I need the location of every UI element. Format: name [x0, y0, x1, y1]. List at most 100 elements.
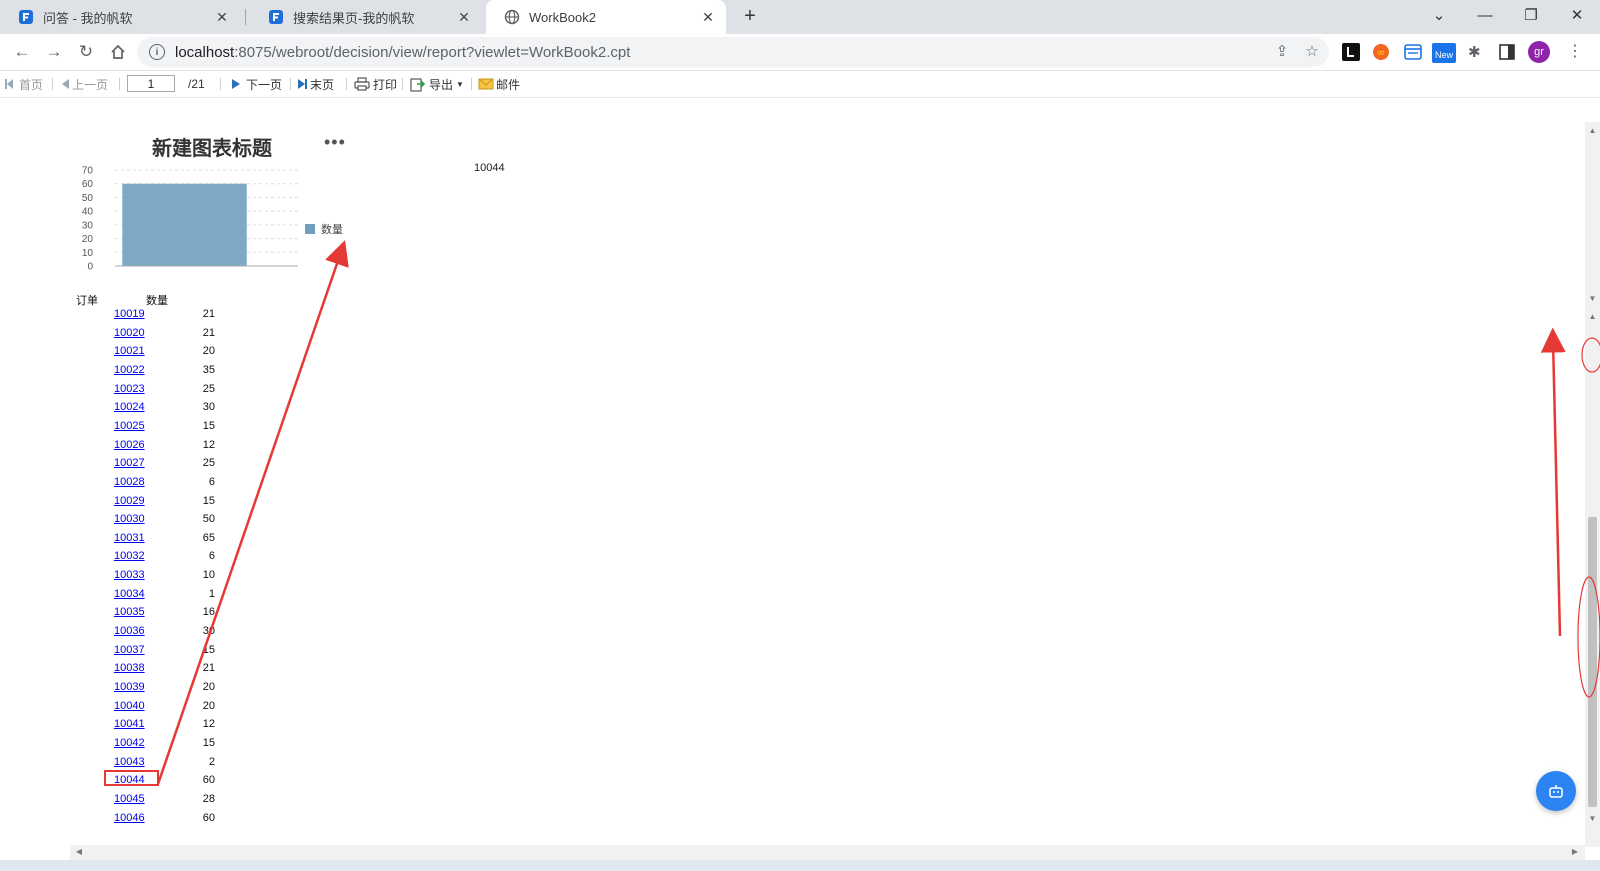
order-link[interactable]: 10035: [114, 606, 145, 618]
qty-cell: 20: [202, 699, 215, 712]
printer-icon: [354, 77, 370, 91]
chart-more-icon[interactable]: •••: [324, 132, 346, 153]
extension-new-icon[interactable]: New: [1432, 43, 1456, 63]
tab-search-results[interactable]: 搜索结果页-我的帆软 ✕: [250, 0, 482, 34]
order-link[interactable]: 10025: [114, 420, 145, 432]
site-info-icon[interactable]: i: [149, 44, 165, 60]
y-tick-label: 20: [82, 234, 94, 245]
reload-icon[interactable]: ↻: [74, 40, 98, 64]
scroll-down-arrow-icon[interactable]: ▼: [1588, 294, 1597, 303]
profile-avatar[interactable]: gr: [1528, 41, 1550, 63]
prev-page-icon: [62, 79, 69, 89]
chart-legend[interactable]: 数量: [305, 221, 343, 237]
export-button[interactable]: 导出 ▼: [410, 75, 464, 93]
extension-window-icon[interactable]: [1404, 43, 1422, 61]
y-tick-label: 10: [82, 248, 94, 259]
order-link[interactable]: 10024: [114, 401, 145, 413]
mail-label: 邮件: [496, 77, 521, 92]
mail-button[interactable]: 邮件: [478, 75, 520, 93]
order-link[interactable]: 10023: [114, 383, 145, 395]
order-link[interactable]: 10030: [114, 513, 145, 525]
order-link[interactable]: 10029: [114, 495, 145, 507]
order-link[interactable]: 10046: [114, 812, 145, 824]
order-link[interactable]: 10039: [114, 681, 145, 693]
qty-cell: 50: [202, 513, 215, 526]
share-icon[interactable]: ⇪: [1273, 43, 1291, 61]
qty-cell: 20: [202, 345, 215, 358]
first-page-button[interactable]: 首页: [5, 75, 43, 93]
order-link[interactable]: 10031: [114, 532, 145, 544]
close-icon[interactable]: ✕: [214, 9, 230, 25]
scroll-right-arrow-icon[interactable]: ▶: [1570, 847, 1580, 857]
side-panel-icon[interactable]: [1498, 43, 1516, 61]
scroll-up-arrow-icon[interactable]: ▲: [1588, 126, 1597, 135]
order-link[interactable]: 10027: [114, 457, 145, 469]
minimize-icon[interactable]: —: [1472, 4, 1498, 28]
order-link[interactable]: 10028: [114, 476, 145, 488]
order-link[interactable]: 10033: [114, 569, 145, 581]
window-close-icon[interactable]: ✕: [1564, 4, 1590, 28]
tab-search-chevron-icon[interactable]: ⌄: [1426, 4, 1452, 28]
scroll-left-arrow-icon[interactable]: ◀: [74, 847, 84, 857]
order-link[interactable]: 10040: [114, 700, 145, 712]
print-button[interactable]: 打印: [354, 75, 397, 93]
order-link[interactable]: 10020: [114, 327, 145, 339]
order-link[interactable]: 10021: [114, 345, 145, 357]
order-link[interactable]: 10026: [114, 439, 145, 451]
order-link[interactable]: 10022: [114, 364, 145, 376]
tab-workbook2[interactable]: WorkBook2 ✕: [486, 0, 726, 34]
order-link[interactable]: 10043: [114, 756, 145, 768]
qty-cell: 2: [208, 755, 215, 768]
close-icon[interactable]: ✕: [700, 9, 716, 25]
y-tick-label: 70: [82, 166, 94, 177]
bookmark-star-icon[interactable]: ☆: [1303, 43, 1321, 61]
order-link[interactable]: 10042: [114, 737, 145, 749]
order-link[interactable]: 10019: [114, 308, 145, 320]
extension-infinity-icon[interactable]: ∞: [1372, 43, 1390, 61]
next-page-label: 下一页: [246, 77, 283, 92]
qty-cell: 60: [202, 811, 215, 824]
scroll-up-arrow-icon[interactable]: ▲: [1588, 312, 1597, 321]
close-icon[interactable]: ✕: [456, 9, 472, 25]
order-link[interactable]: 10036: [114, 625, 145, 637]
more-menu-icon[interactable]: ⋮: [1566, 43, 1584, 61]
scroll-down-arrow-icon[interactable]: ▼: [1588, 814, 1597, 823]
prev-page-label: 上一页: [72, 77, 109, 92]
fanruan-icon: [18, 9, 34, 25]
prev-page-button[interactable]: 上一页: [62, 75, 108, 93]
back-icon[interactable]: ←: [10, 40, 34, 64]
forward-icon[interactable]: →: [42, 40, 66, 64]
next-page-button[interactable]: 下一页: [232, 75, 282, 93]
horizontal-scrollbar[interactable]: ◀ ▶: [70, 845, 1585, 860]
extensions-puzzle-icon[interactable]: ✱: [1468, 43, 1486, 61]
order-link[interactable]: 10045: [114, 793, 145, 805]
order-link[interactable]: 10038: [114, 662, 145, 674]
page-number-input[interactable]: 1: [127, 75, 175, 92]
last-page-button[interactable]: 末页: [298, 75, 334, 93]
legend-swatch: [305, 224, 315, 234]
extension-l-icon[interactable]: [1342, 43, 1360, 61]
floating-action-button[interactable]: [1536, 771, 1576, 811]
qty-cell: 15: [202, 736, 215, 749]
toolbar-divider: [346, 78, 347, 90]
parameter-value: 10044: [474, 162, 505, 174]
scrollbar-thumb[interactable]: [1588, 517, 1597, 807]
restore-icon[interactable]: ❐: [1518, 4, 1544, 28]
export-icon: [410, 76, 426, 92]
address-bar[interactable]: i localhost:8075/webroot/decision/view/r…: [137, 37, 1329, 67]
fanruan-icon: [268, 9, 284, 25]
vertical-scrollbar[interactable]: ▲ ▼ ▲ ▼: [1585, 122, 1600, 847]
qty-cell: 28: [202, 792, 215, 805]
home-icon[interactable]: [106, 40, 130, 64]
order-link[interactable]: 10041: [114, 718, 145, 730]
order-link[interactable]: 10037: [114, 644, 145, 656]
new-tab-icon[interactable]: +: [738, 5, 762, 29]
toolbar-divider: [290, 78, 291, 90]
os-taskbar: [0, 860, 1600, 871]
bar[interactable]: [122, 183, 247, 266]
tab-wenda[interactable]: 问答 - 我的帆软 ✕: [0, 0, 240, 34]
tab-title: WorkBook2: [529, 9, 596, 25]
order-link[interactable]: 10034: [114, 588, 145, 600]
annotation-highlight-box: [104, 770, 159, 786]
order-link[interactable]: 10032: [114, 550, 145, 562]
